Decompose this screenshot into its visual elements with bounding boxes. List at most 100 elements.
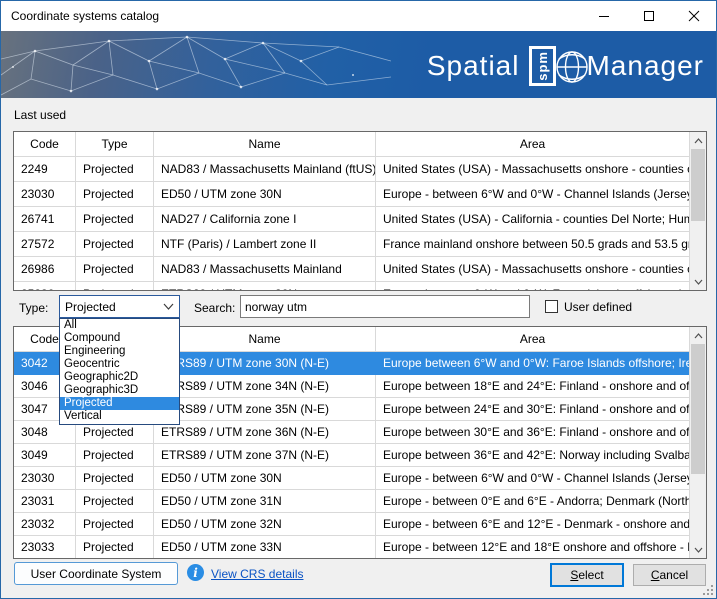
cell-type: Projected [76, 207, 154, 232]
column-header-type[interactable]: Type [76, 132, 154, 157]
user-defined-checkbox[interactable] [545, 300, 558, 313]
cancel-button[interactable]: Cancel [633, 564, 706, 586]
cell-area: Europe between 6°W and 0°W: Faroe Island… [376, 352, 689, 375]
cell-area: Europe - between 6°E and 12°E - Denmark … [376, 513, 689, 536]
type-label: Type: [19, 301, 48, 315]
cell-area: Europe between 30°E and 36°E: Finland - … [376, 421, 689, 444]
dropdown-option-all[interactable]: All [60, 319, 179, 332]
user-defined-label: User defined [564, 300, 632, 314]
brand-banner: Spatial spm Manager [1, 31, 716, 98]
search-input[interactable] [240, 295, 530, 318]
scroll-up-button[interactable] [690, 132, 706, 149]
dropdown-option-geographic2d[interactable]: Geographic2D [60, 371, 179, 384]
last-used-scrollbar[interactable] [689, 132, 706, 290]
maximize-button[interactable] [626, 1, 671, 31]
cell-name: ED50 / UTM zone 30N [154, 467, 376, 490]
cell-type: Projected [76, 157, 154, 182]
cell-type: Projected [76, 257, 154, 282]
cell-type: Projected [76, 444, 154, 467]
cell-type: Projected [76, 490, 154, 513]
select-button[interactable]: Select [550, 563, 624, 587]
brand-logo: Spatial spm Manager [427, 44, 704, 88]
table-row-26741[interactable]: 26741ProjectedNAD27 / California zone IU… [14, 207, 689, 232]
cell-name: ETRS89 / UTM zone 34N (N-E) [154, 375, 376, 398]
window-title: Coordinate systems catalog [1, 9, 159, 23]
column-header-name[interactable]: Name [154, 132, 376, 157]
last-used-table-body: 2249ProjectedNAD83 / Massachusetts Mainl… [14, 157, 689, 290]
results-scrollbar[interactable] [689, 327, 706, 558]
minimize-button[interactable] [581, 1, 626, 31]
close-button[interactable] [671, 1, 716, 31]
last-used-table-header: CodeTypeNameArea [14, 132, 689, 157]
scrollbar-thumb[interactable] [691, 149, 705, 221]
type-dropdown-list: AllCompoundEngineeringGeocentricGeograph… [59, 318, 180, 425]
cell-name: ETRS89 / UTM zone 35N (N-E) [154, 398, 376, 421]
cell-code: 23031 [14, 490, 76, 513]
globe-icon [553, 48, 591, 86]
dropdown-option-vertical[interactable]: Vertical [60, 410, 179, 423]
user-coordinate-system-button[interactable]: User Coordinate System [14, 562, 178, 585]
table-row-2249[interactable]: 2249ProjectedNAD83 / Massachusetts Mainl… [14, 157, 689, 182]
window-controls [581, 1, 716, 31]
brand-word-spatial: Spatial [427, 50, 520, 82]
resize-grip[interactable] [702, 584, 714, 596]
table-row-23030[interactable]: 23030ProjectedED50 / UTM zone 30NEurope … [14, 467, 689, 490]
spm-badge: spm [529, 46, 556, 86]
view-crs-details-link[interactable]: View CRS details [211, 567, 303, 581]
dropdown-option-geocentric[interactable]: Geocentric [60, 358, 179, 371]
dropdown-option-projected[interactable]: Projected [60, 397, 179, 410]
cell-type: Projected [76, 182, 154, 207]
cell-code: 2249 [14, 157, 76, 182]
dropdown-option-compound[interactable]: Compound [60, 332, 179, 345]
dropdown-option-engineering[interactable]: Engineering [60, 345, 179, 358]
cell-area: Europe between 24°E and 30°E: Finland - … [376, 398, 689, 421]
minimize-icon [598, 10, 610, 22]
table-row-27572[interactable]: 27572ProjectedNTF (Paris) / Lambert zone… [14, 232, 689, 257]
column-header-area[interactable]: Area [376, 132, 689, 157]
chevron-up-icon [694, 138, 703, 144]
cell-name: ETRS89 / UTM zone 30N [154, 282, 376, 290]
last-used-label: Last used [14, 108, 66, 122]
type-combobox-value: Projected [65, 300, 116, 314]
cell-code: 23030 [14, 182, 76, 207]
cell-area: Europe - between 6°W and 0°W - Channel I… [376, 182, 689, 207]
scroll-down-button[interactable] [690, 541, 706, 558]
type-combobox[interactable]: Projected [59, 295, 180, 318]
cell-name: NAD83 / Massachusetts Mainland [154, 257, 376, 282]
scroll-down-button[interactable] [690, 273, 706, 290]
chevron-down-icon [694, 547, 703, 553]
cell-name: ETRS89 / UTM zone 36N (N-E) [154, 421, 376, 444]
last-used-table: CodeTypeNameArea 2249ProjectedNAD83 / Ma… [13, 131, 707, 291]
info-icon: i [187, 564, 204, 581]
maximize-icon [643, 10, 655, 22]
table-row-26986[interactable]: 26986ProjectedNAD83 / Massachusetts Main… [14, 257, 689, 282]
cell-code: 23032 [14, 513, 76, 536]
table-row-23031[interactable]: 23031ProjectedED50 / UTM zone 31NEurope … [14, 490, 689, 513]
cell-name: ED50 / UTM zone 33N [154, 536, 376, 558]
cell-code: 26986 [14, 257, 76, 282]
cell-code: 26741 [14, 207, 76, 232]
column-header-name[interactable]: Name [154, 327, 376, 352]
cell-area: Europe - between 12°E and 18°E onshore a… [376, 536, 689, 558]
cell-type: Projected [76, 467, 154, 490]
chevron-up-icon [694, 333, 703, 339]
scrollbar-thumb[interactable] [691, 344, 705, 474]
cell-area: Europe between 6°W and 0°W: Faroe Island… [376, 282, 689, 290]
cell-code: 23030 [14, 467, 76, 490]
cell-area: Europe - between 0°E and 6°E - Andorra; … [376, 490, 689, 513]
table-row-23032[interactable]: 23032ProjectedED50 / UTM zone 32NEurope … [14, 513, 689, 536]
table-row-23030[interactable]: 23030ProjectedED50 / UTM zone 30NEurope … [14, 182, 689, 207]
cell-area: United States (USA) - California - count… [376, 207, 689, 232]
scroll-up-button[interactable] [690, 327, 706, 344]
cell-code: 3049 [14, 444, 76, 467]
cell-code: 25830 [14, 282, 76, 290]
table-row-3049[interactable]: 3049ProjectedETRS89 / UTM zone 37N (N-E)… [14, 444, 689, 467]
table-row-25830[interactable]: 25830ProjectedETRS89 / UTM zone 30NEurop… [14, 282, 689, 290]
cell-type: Projected [76, 536, 154, 558]
brand-word-manager: Manager [586, 50, 704, 82]
dropdown-option-geographic3d[interactable]: Geographic3D [60, 384, 179, 397]
column-header-area[interactable]: Area [376, 327, 689, 352]
cell-name: ETRS89 / UTM zone 30N (N-E) [154, 352, 376, 375]
column-header-code[interactable]: Code [14, 132, 76, 157]
table-row-23033[interactable]: 23033ProjectedED50 / UTM zone 33NEurope … [14, 536, 689, 558]
